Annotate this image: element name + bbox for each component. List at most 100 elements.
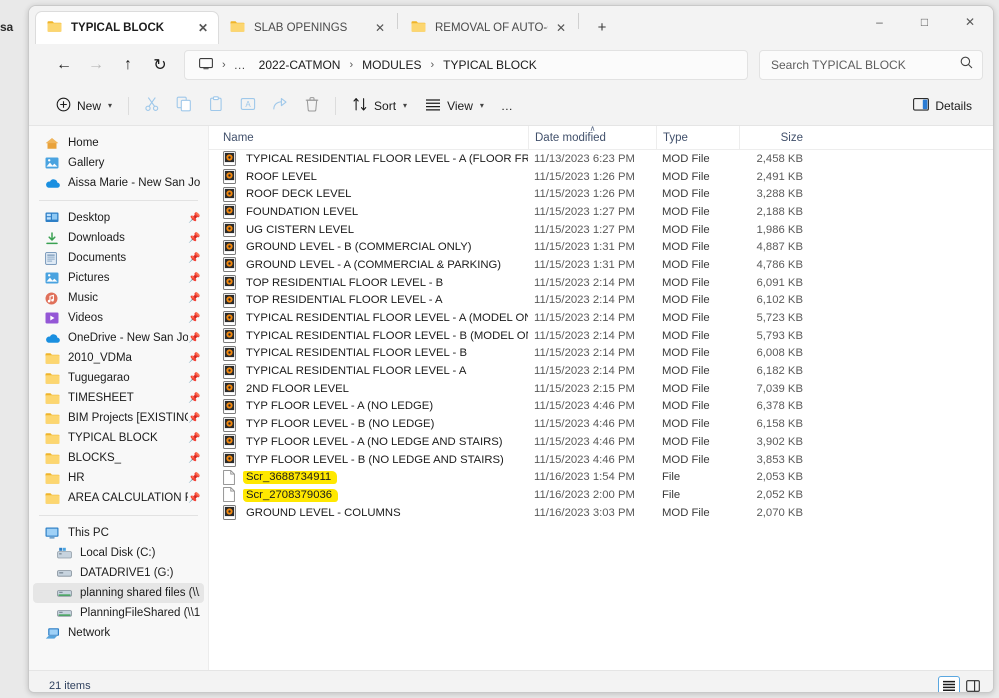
delete-button[interactable]	[296, 91, 328, 121]
table-row[interactable]: GROUND LEVEL - A (COMMERCIAL & PARKING) 1…	[209, 256, 993, 274]
breadcrumb-item-2022-catmon[interactable]: 2022-CATMON	[253, 55, 347, 75]
pin-icon[interactable]: 📌	[188, 213, 200, 224]
pin-icon[interactable]: 📌	[188, 373, 200, 384]
search-input[interactable]	[769, 57, 960, 73]
file-name-cell[interactable]: TYP FLOOR LEVEL - B (NO LEDGE AND STAIRS…	[217, 451, 528, 469]
pin-icon[interactable]: 📌	[188, 413, 200, 424]
sidebar-item-blocks[interactable]: BLOCKS_ 📌	[33, 448, 204, 468]
table-row[interactable]: GROUND LEVEL - COLUMNS 11/16/2023 3:03 PM…	[209, 504, 993, 522]
pin-icon[interactable]: 📌	[188, 473, 200, 484]
file-name-cell[interactable]: TOP RESIDENTIAL FLOOR LEVEL - B	[217, 274, 528, 292]
column-header-size[interactable]: Size	[739, 126, 813, 150]
sidebar-item-desktop[interactable]: Desktop 📌	[33, 208, 204, 228]
table-row[interactable]: TOP RESIDENTIAL FLOOR LEVEL - B 11/15/202…	[209, 274, 993, 292]
file-name-cell[interactable]: TYP FLOOR LEVEL - A (NO LEDGE)	[217, 398, 528, 416]
table-row[interactable]: TYP FLOOR LEVEL - A (NO LEDGE) 11/15/2023…	[209, 398, 993, 416]
table-row[interactable]: TYPICAL RESIDENTIAL FLOOR LEVEL - B 11/15…	[209, 345, 993, 363]
sidebar-item-network[interactable]: Network	[33, 623, 204, 643]
file-name-cell[interactable]: TYPICAL RESIDENTIAL FLOOR LEVEL - B (MOD…	[217, 327, 528, 345]
minimize-button[interactable]: –	[857, 6, 902, 38]
table-row[interactable]: GROUND LEVEL - B (COMMERCIAL ONLY) 11/15/…	[209, 238, 993, 256]
forward-button[interactable]: →	[81, 50, 111, 80]
sidebar-item-local-disk-c[interactable]: Local Disk (C:)	[33, 543, 204, 563]
table-row[interactable]: TYPICAL RESIDENTIAL FLOOR LEVEL - A (FLO…	[209, 150, 993, 168]
table-row[interactable]: ROOF LEVEL 11/15/2023 1:26 PM MOD File 2,49…	[209, 168, 993, 186]
table-row[interactable]: TYP FLOOR LEVEL - A (NO LEDGE AND STAIRS…	[209, 433, 993, 451]
details-pane-button[interactable]: Details	[904, 91, 981, 121]
close-button[interactable]: ✕	[947, 6, 993, 38]
pin-icon[interactable]: 📌	[188, 493, 200, 504]
breadcrumb-overflow-button[interactable]: …	[229, 55, 252, 75]
navigation-pane[interactable]: Home Gallery Aissa Marie - New San Jose …	[29, 126, 209, 670]
pin-icon[interactable]: 📌	[188, 393, 200, 404]
sidebar-item-tuguegarao[interactable]: Tuguegarao 📌	[33, 368, 204, 388]
refresh-button[interactable]: ↻	[145, 50, 175, 80]
column-header-date-modified[interactable]: ∧ Date modified	[528, 126, 656, 150]
sidebar-item-downloads[interactable]: Downloads 📌	[33, 228, 204, 248]
file-name-cell[interactable]: GROUND LEVEL - A (COMMERCIAL & PARKING)	[217, 256, 528, 274]
table-row[interactable]: TYP FLOOR LEVEL - B (NO LEDGE AND STAIRS…	[209, 451, 993, 469]
sidebar-item-documents[interactable]: Documents 📌	[33, 248, 204, 268]
sidebar-item-timesheet[interactable]: TIMESHEET 📌	[33, 388, 204, 408]
pin-icon[interactable]: 📌	[188, 253, 200, 264]
file-name-cell[interactable]: TYP FLOOR LEVEL - A (NO LEDGE AND STAIRS…	[217, 433, 528, 451]
new-button[interactable]: New ▾	[47, 91, 121, 121]
file-name-cell[interactable]: TYP FLOOR LEVEL - B (NO LEDGE)	[217, 415, 528, 433]
sidebar-item-hr[interactable]: HR 📌	[33, 468, 204, 488]
file-name-cell[interactable]: Scr_3688734911	[217, 468, 528, 486]
share-button[interactable]	[264, 91, 296, 121]
new-tab-button[interactable]: +	[588, 13, 616, 41]
file-name-cell[interactable]: GROUND LEVEL - B (COMMERCIAL ONLY)	[217, 238, 528, 256]
rename-button[interactable]: A	[232, 91, 264, 121]
search-box[interactable]	[759, 50, 983, 80]
close-icon[interactable]: ✕	[371, 19, 389, 37]
sort-button[interactable]: Sort ▾	[343, 91, 416, 121]
sidebar-item-this-pc[interactable]: This PC	[33, 523, 204, 543]
view-button[interactable]: View ▾	[416, 91, 493, 121]
file-name-cell[interactable]: Scr_2708379036	[217, 486, 528, 504]
table-row[interactable]: TYPICAL RESIDENTIAL FLOOR LEVEL - A (MOD…	[209, 309, 993, 327]
file-name-cell[interactable]: UG CISTERN LEVEL	[217, 221, 528, 239]
copy-button[interactable]	[168, 91, 200, 121]
table-row[interactable]: TYPICAL RESIDENTIAL FLOOR LEVEL - A 11/15…	[209, 362, 993, 380]
breadcrumb[interactable]: › … 2022-CATMON › MODULES › TYPICAL BLOC…	[184, 50, 748, 80]
file-list-pane[interactable]: Name ∧ Date modified Type Size TYPICAL R…	[209, 126, 993, 670]
sidebar-item-bim-projects[interactable]: BIM Projects [EXISTING & ON 📌	[33, 408, 204, 428]
tab-slab-openings[interactable]: SLAB OPENINGS ✕	[219, 11, 395, 44]
column-header-type[interactable]: Type	[656, 126, 739, 150]
up-button[interactable]: ↑	[113, 50, 143, 80]
sidebar-item-home[interactable]: Home	[33, 133, 204, 153]
file-name-cell[interactable]: TYPICAL RESIDENTIAL FLOOR LEVEL - A	[217, 362, 528, 380]
breadcrumb-item-typical-block[interactable]: TYPICAL BLOCK	[437, 55, 543, 75]
file-name-cell[interactable]: FOUNDATION LEVEL	[217, 203, 528, 221]
table-row[interactable]: Scr_2708379036 11/16/2023 2:00 PM File 2,05…	[209, 486, 993, 504]
cut-button[interactable]	[136, 91, 168, 121]
pin-icon[interactable]: 📌	[188, 313, 200, 324]
table-row[interactable]: TYPICAL RESIDENTIAL FLOOR LEVEL - B (MOD…	[209, 327, 993, 345]
preview-pane-toggle[interactable]	[962, 676, 984, 693]
file-name-cell[interactable]: TYPICAL RESIDENTIAL FLOOR LEVEL - A (MOD…	[217, 309, 528, 327]
file-name-cell[interactable]: ROOF DECK LEVEL	[217, 185, 528, 203]
table-row[interactable]: 2ND FLOOR LEVEL 11/15/2023 2:15 PM MOD Fil…	[209, 380, 993, 398]
sidebar-item-videos[interactable]: Videos 📌	[33, 308, 204, 328]
sidebar-item-aissa-marie-onedrive[interactable]: Aissa Marie - New San Jose Build	[33, 173, 204, 193]
breadcrumb-item-modules[interactable]: MODULES	[356, 55, 427, 75]
details-view-toggle[interactable]	[938, 675, 960, 692]
sidebar-item-planning-shared-files[interactable]: planning shared files (\\192.168	[33, 583, 204, 603]
table-row[interactable]: ROOF DECK LEVEL 11/15/2023 1:26 PM MOD Fil…	[209, 185, 993, 203]
file-name-cell[interactable]: TYPICAL RESIDENTIAL FLOOR LEVEL - B	[217, 345, 528, 363]
back-button[interactable]: ←	[49, 50, 79, 80]
pin-icon[interactable]: 📌	[188, 293, 200, 304]
sidebar-item-planningfileshared[interactable]: PlanningFileShared (\\192.168.1	[33, 603, 204, 623]
more-options-button[interactable]: …	[493, 91, 521, 121]
sidebar-item-area-calculation-files[interactable]: AREA CALCULATION FILES 📌	[33, 488, 204, 508]
table-row[interactable]: FOUNDATION LEVEL 11/15/2023 1:27 PM MOD Fi…	[209, 203, 993, 221]
file-name-cell[interactable]: TOP RESIDENTIAL FLOOR LEVEL - A	[217, 292, 528, 310]
pin-icon[interactable]: 📌	[188, 353, 200, 364]
table-row[interactable]: TOP RESIDENTIAL FLOOR LEVEL - A 11/15/202…	[209, 292, 993, 310]
tab-typical-block[interactable]: TYPICAL BLOCK ✕	[35, 11, 219, 44]
table-row[interactable]: TYP FLOOR LEVEL - B (NO LEDGE) 11/15/2023…	[209, 415, 993, 433]
pin-icon[interactable]: 📌	[188, 453, 200, 464]
tab-removal-of-auto-created[interactable]: REMOVAL OF AUTO-CREATED ˙ ✕	[400, 11, 576, 44]
pin-icon[interactable]: 📌	[188, 233, 200, 244]
